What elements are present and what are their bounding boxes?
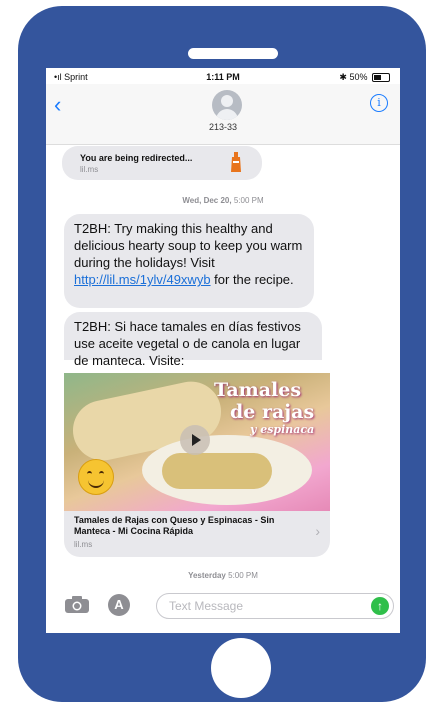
preview-source: lil.ms	[74, 540, 93, 549]
timestamp-time: 5:00 PM	[228, 571, 258, 580]
app-store-icon[interactable]: A	[108, 594, 130, 616]
timestamp-day: Yesterday	[188, 571, 226, 580]
timestamp-wed: Wed, Dec 20, 5:00 PM	[46, 196, 400, 205]
timestamp-time: 5:00 PM	[233, 196, 264, 205]
message-text: T2BH: Si hace tamales en días festivos u…	[74, 319, 301, 368]
site-favicon-icon	[231, 152, 241, 172]
camera-icon[interactable]	[64, 596, 90, 614]
recipe-link[interactable]: http://lil.ms/1ylv/49xwyb	[74, 272, 211, 287]
thumbnail-title-line1: Tamales	[214, 379, 302, 401]
send-arrow-icon[interactable]: ↑	[371, 597, 389, 615]
preview-title: Tamales de Rajas con Queso y Espinacas -…	[74, 515, 275, 536]
contact-name[interactable]: 213-33	[46, 122, 400, 132]
phone-speaker	[188, 48, 278, 59]
info-icon[interactable]: i	[370, 94, 388, 112]
home-button[interactable]	[211, 638, 271, 698]
play-icon[interactable]	[180, 425, 210, 455]
message-bubble-tamales[interactable]: T2BH: Si hace tamales en días festivos u…	[64, 312, 322, 368]
smiley-emoji-icon	[78, 459, 114, 495]
message-body: T2BH: Try making this healthy and delici…	[74, 221, 303, 270]
contact-avatar[interactable]	[212, 90, 242, 120]
message-bubble-soup[interactable]: T2BH: Try making this healthy and delici…	[64, 214, 314, 308]
redirect-source: lil.ms	[80, 165, 99, 174]
message-text: T2BH: Try making this healthy and delici…	[74, 220, 306, 288]
video-link-preview[interactable]: Tamales de rajas y espinaca Tamales de R…	[64, 373, 330, 557]
timestamp-day: Wed, Dec 20,	[182, 196, 232, 205]
battery-percent: 50%	[349, 72, 368, 82]
conversation-header: ‹ 213-33 i	[46, 84, 400, 145]
messages-screen: •ıl Sprint 1:11 PM ✱ 50% ‹ 213-33 i You …	[46, 68, 400, 633]
text-message-input[interactable]	[167, 597, 361, 615]
compose-bar: A ↑	[46, 588, 400, 630]
chevron-right-icon: ›	[315, 523, 320, 539]
thumbnail-title-line2: de rajas	[230, 401, 315, 423]
back-chevron-icon[interactable]: ‹	[54, 94, 61, 116]
bluetooth-icon: ✱	[339, 72, 347, 82]
status-right: ✱ 50%	[339, 72, 390, 83]
timestamp-yesterday: Yesterday 5:00 PM	[46, 571, 400, 580]
thumbnail-title-line3: y espinaca	[250, 423, 315, 436]
battery-icon	[372, 73, 390, 83]
message-tail: for the recipe.	[210, 272, 294, 287]
video-thumbnail[interactable]: Tamales de rajas y espinaca	[64, 373, 330, 511]
message-field[interactable]: ↑	[156, 593, 394, 619]
redirect-link-preview[interactable]: You are being redirected... lil.ms	[62, 146, 262, 180]
redirect-title: You are being redirected...	[80, 153, 193, 163]
